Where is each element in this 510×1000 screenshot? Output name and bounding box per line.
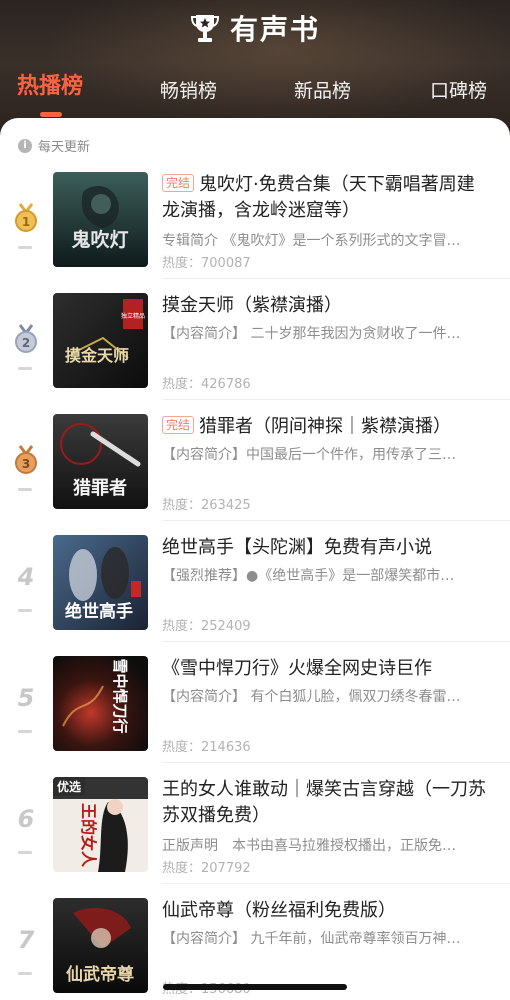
row-divider (162, 399, 510, 400)
bronze-medal-icon: 3 (10, 444, 42, 476)
tab-new[interactable]: 新品榜 (294, 76, 351, 103)
trophy-icon (190, 12, 220, 44)
book-title-text: 王的女人谁敢动｜爆笑古言穿越（一刀苏苏双播免费） (162, 779, 486, 826)
completed-badge: 完结 (162, 174, 195, 192)
hot-score: 热度：252409 (162, 619, 251, 634)
book-cover[interactable]: 绝世高手 (53, 535, 148, 630)
book-title[interactable]: 王的女人谁敢动｜爆笑古言穿越（一刀苏苏双播免费） (162, 777, 492, 829)
rank-change-dash (18, 367, 32, 370)
book-description: 专辑简介 《鬼吹灯》是一个系列形式的文字冒… (162, 233, 461, 249)
rank-change-dash (18, 972, 32, 975)
svg-text:3: 3 (22, 457, 30, 471)
cover-title: 猎罪者 (73, 477, 127, 499)
book-description: 【内容简介】中国最后一个件作，用传承了三… (162, 447, 456, 463)
book-cover[interactable]: 雪中悍刀行 (53, 656, 148, 751)
row-divider (162, 641, 510, 642)
page-title: 有声书 (229, 13, 320, 46)
book-description: 【内容简介】 九千年前，仙武帝尊率领百万神… (162, 931, 461, 947)
book-description: 正版声明 本书由喜马拉雅授权播出，正版免… (162, 838, 456, 854)
home-indicator[interactable] (163, 984, 347, 990)
cover-title: 摸金天师 (65, 346, 129, 365)
svg-text:1: 1 (22, 215, 30, 229)
rank-change-dash (18, 730, 32, 733)
book-title[interactable]: 《雪中悍刀行》火爆全网史诗巨作 (162, 656, 492, 682)
book-title[interactable]: 完结 鬼吹灯·免费合集（天下霸唱著周建龙演播，含龙岭迷窟等） (162, 172, 492, 224)
title-row: 有声书 (0, 8, 510, 48)
book-title[interactable]: 完结 猎罪者（阴间神探｜紫襟演播） (162, 414, 492, 440)
book-title-text: 鬼吹灯·免费合集（天下霸唱著周建龙演播，含龙岭迷窟等） (162, 174, 475, 221)
book-description: 【强烈推荐】●《绝世高手》是一部爆笑都市… (162, 568, 455, 584)
book-title[interactable]: 仙武帝尊（粉丝福利免费版） (162, 898, 492, 924)
svg-text:2: 2 (22, 336, 30, 350)
book-title-text: 仙武帝尊（粉丝福利免费版） (162, 900, 396, 921)
rank-change-dash (18, 609, 32, 612)
list-item[interactable]: 2 独立精品 摸金天师 摸金天师（紫襟演播） 【内容简介】 二十岁那年我因为贪财… (0, 293, 510, 414)
book-cover[interactable]: 仙武帝尊 (53, 898, 148, 993)
rank-number: 4 (17, 563, 35, 591)
row-divider (162, 278, 510, 279)
row-divider (162, 520, 510, 521)
book-title-text: 绝世高手【头陀渊】免费有声小说 (162, 537, 432, 558)
gold-medal-icon: 1 (10, 202, 42, 234)
rank-number: 7 (17, 926, 35, 954)
hot-score: 热度：426786 (162, 377, 251, 392)
daily-update-text: 每天更新 (38, 140, 91, 155)
cover-tag: 独立精品 (121, 312, 145, 320)
book-title[interactable]: 绝世高手【头陀渊】免费有声小说 (162, 535, 492, 561)
book-cover[interactable]: 王的女人 优选 (53, 777, 148, 872)
tab-bestselling[interactable]: 畅销榜 (160, 76, 217, 103)
hot-score: 热度：207792 (162, 861, 251, 876)
tab-reputation[interactable]: 口碑榜 (430, 76, 487, 103)
book-title-text: 猎罪者（阴间神探｜紫襟演播） (199, 416, 452, 437)
silver-medal-icon: 2 (10, 323, 42, 355)
daily-update-notice: i 每天更新 (18, 136, 90, 155)
cover-title: 绝世高手 (65, 601, 133, 622)
ranking-list-panel: i 每天更新 1 鬼吹灯 完结 鬼吹灯·免费合集（天下霸唱著周建龙演播，含龙岭迷窟… (0, 118, 510, 1000)
ranking-tabs: 热播榜 畅销榜 新品榜 口碑榜 (0, 66, 510, 110)
rank-change-dash (18, 246, 32, 249)
rank-change-dash (18, 488, 32, 491)
rank-number: 5 (17, 684, 35, 712)
cover-tag: 优选 (53, 777, 86, 796)
active-tab-indicator (40, 112, 62, 117)
info-icon: i (18, 138, 32, 153)
cover-title: 雪中悍刀行 (111, 658, 129, 733)
hot-score: 热度：700087 (162, 256, 251, 271)
rank-number: 6 (17, 805, 35, 833)
completed-badge: 完结 (162, 416, 195, 434)
book-description: 【内容简介】 二十岁那年我因为贪财收了一件… (162, 326, 461, 342)
list-item[interactable]: 3 猎罪者 完结 猎罪者（阴间神探｜紫襟演播） 【内容简介】中国最后一个件作，用传… (0, 414, 510, 535)
book-title-text: 摸金天师（紫襟演播） (162, 295, 342, 316)
book-cover[interactable]: 独立精品 摸金天师 (53, 293, 148, 388)
cover-title: 王的女人 (79, 803, 98, 868)
row-divider (162, 883, 510, 884)
cover-title: 仙武帝尊 (66, 964, 134, 985)
book-description: 【内容简介】 有个白狐儿脸，佩双刀绣冬春雷… (162, 689, 461, 705)
list-item[interactable]: 4 绝世高手 绝世高手【头陀渊】免费有声小说 【强烈推荐】●《绝世高手》是一部爆… (0, 535, 510, 656)
list-item[interactable]: 1 鬼吹灯 完结 鬼吹灯·免费合集（天下霸唱著周建龙演播，含龙岭迷窟等） 专辑简介… (0, 172, 510, 293)
book-title[interactable]: 摸金天师（紫襟演播） (162, 293, 492, 319)
rank-change-dash (18, 851, 32, 854)
row-divider (162, 762, 510, 763)
hot-score: 热度：214636 (162, 740, 251, 755)
book-cover[interactable]: 猎罪者 (53, 414, 148, 509)
book-title-text: 《雪中悍刀行》火爆全网史诗巨作 (162, 658, 432, 679)
hot-score: 热度：263425 (162, 498, 251, 513)
cover-title: 鬼吹灯 (71, 228, 128, 251)
tab-hot[interactable]: 热播榜 (17, 68, 83, 100)
list-item[interactable]: 5 雪中悍刀行 《雪中悍刀行》火爆全网史诗巨作 【内容简介】 有个白狐儿脸，佩双… (0, 656, 510, 777)
list-item[interactable]: 6 王的女人 优选 王的女人谁敢动｜爆笑古言穿越（一刀苏苏双播免费） 正版声明 … (0, 777, 510, 898)
book-cover[interactable]: 鬼吹灯 (53, 172, 148, 267)
